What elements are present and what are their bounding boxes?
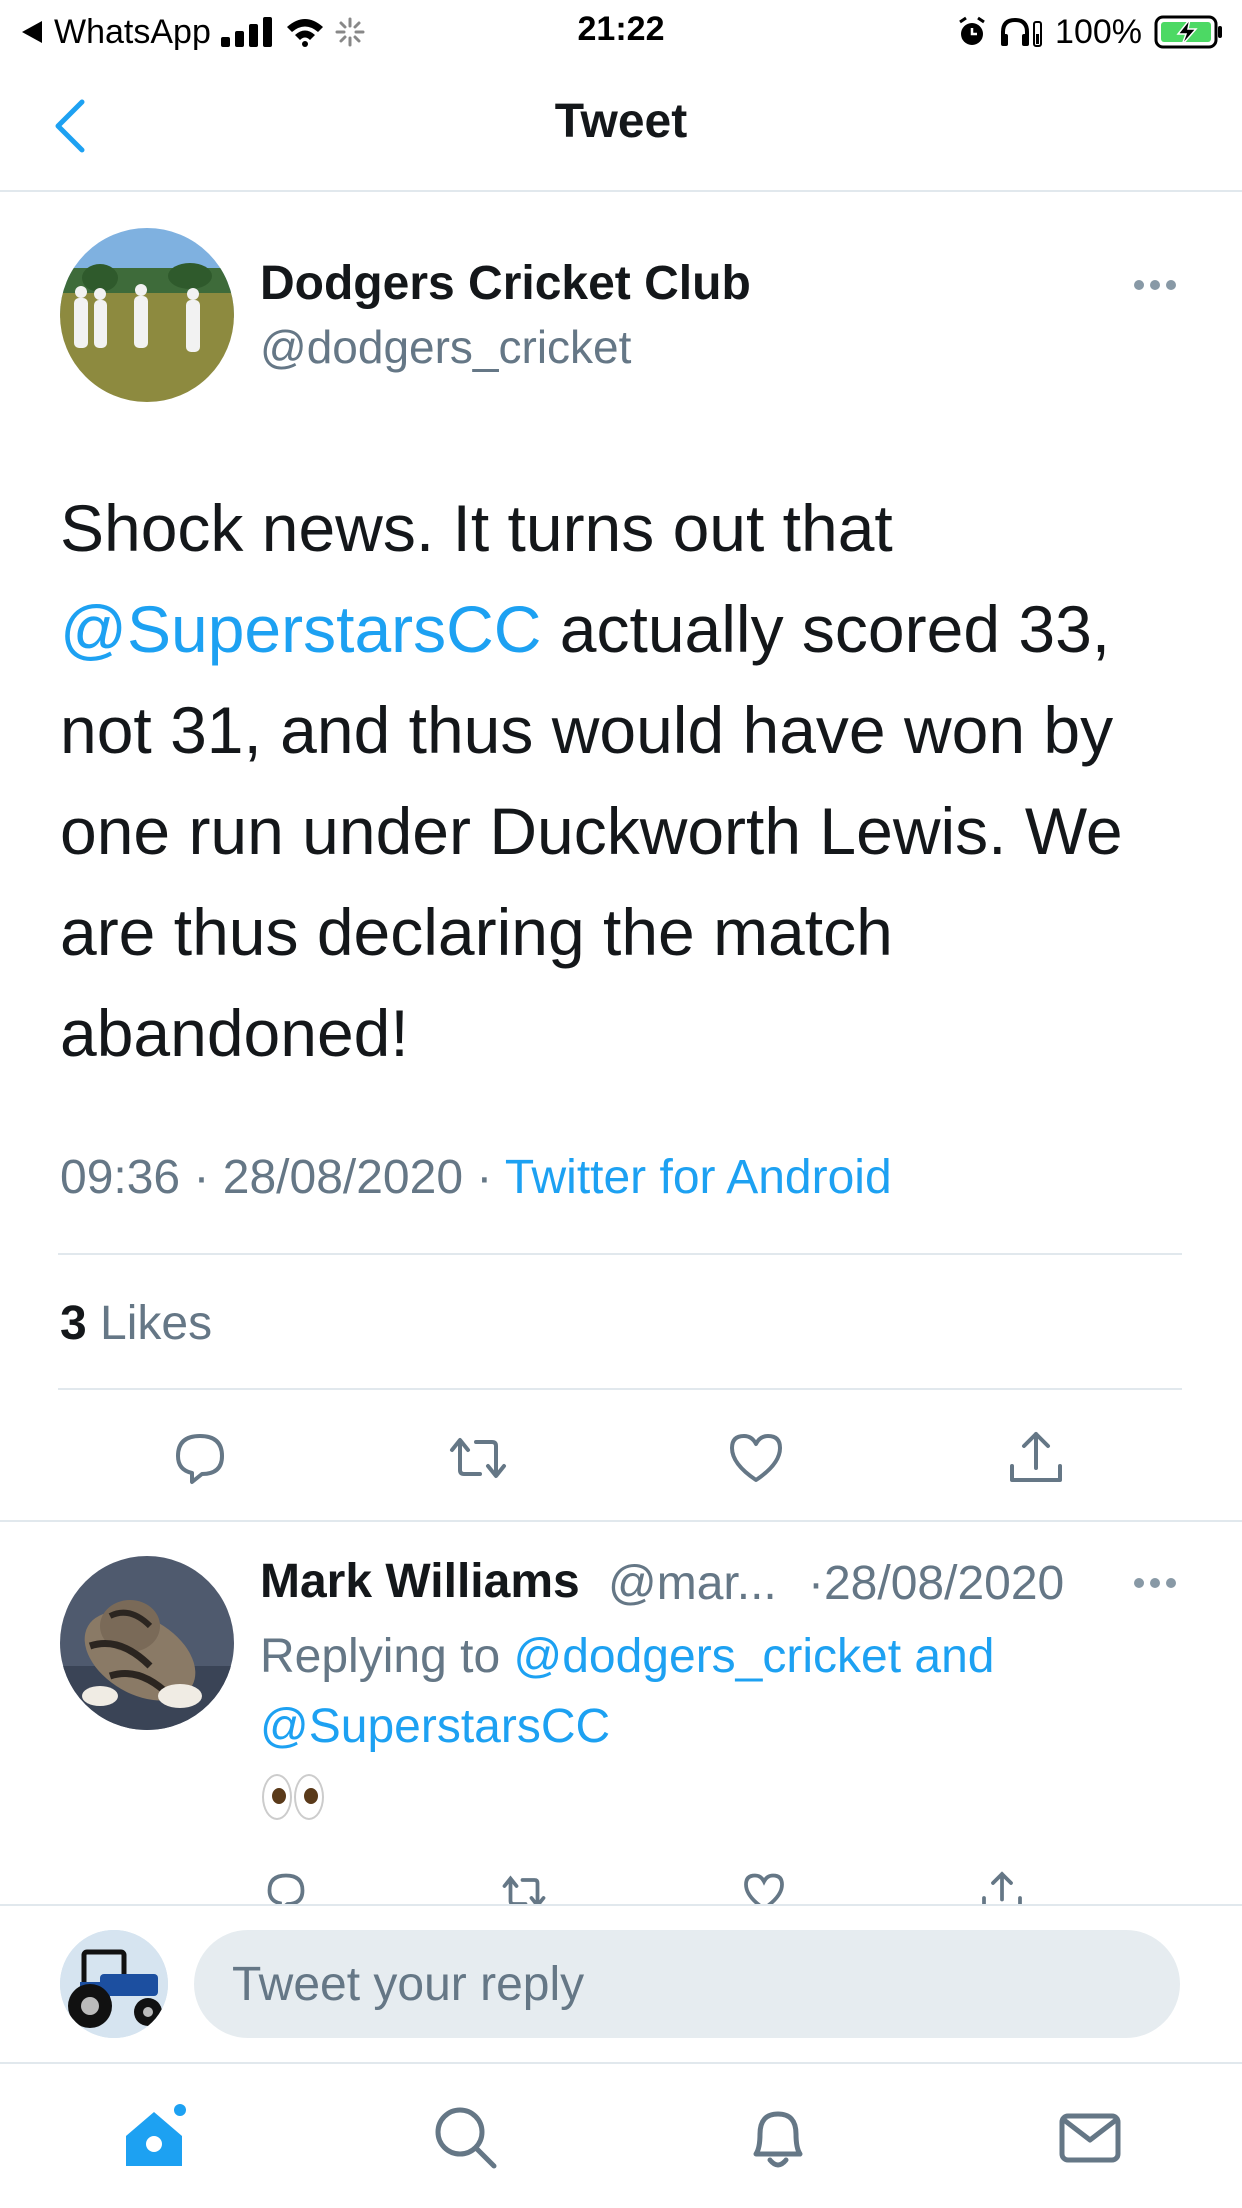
cricket-team-photo	[60, 228, 234, 402]
tweet-line-rest: actually scored 33,	[541, 592, 1111, 666]
nav-header: Tweet	[0, 64, 1242, 192]
my-avatar[interactable]	[60, 1930, 168, 2038]
status-right: 100%	[957, 10, 1224, 54]
share-icon[interactable]	[1004, 1426, 1068, 1490]
tractor-icon	[60, 1930, 168, 2038]
likes-count[interactable]: 3 Likes	[60, 1296, 212, 1351]
replying-to: Replying to @dodgers_cricket and @Supers…	[260, 1622, 1160, 1762]
reply-icon[interactable]	[262, 1868, 310, 1904]
reply-author-avatar[interactable]	[60, 1556, 234, 1730]
reply-composer	[0, 1904, 1242, 2062]
reply-icon[interactable]	[168, 1426, 232, 1490]
tweet-time: 09:36	[60, 1151, 181, 1204]
tweet-date: 28/08/2020	[222, 1151, 464, 1204]
tab-bar	[0, 2062, 1242, 2208]
author-avatar[interactable]	[60, 228, 234, 402]
replying-mention[interactable]: @dodgers_cricket and	[513, 1630, 994, 1683]
likes-number: 3	[60, 1297, 87, 1350]
divider	[58, 1253, 1182, 1255]
battery-charging-icon	[1154, 15, 1222, 49]
divider	[58, 1388, 1182, 1390]
meta-separator: ·	[180, 1151, 223, 1204]
meta-separator: ·	[463, 1151, 505, 1204]
tweet-text: Shock news. It turns out that @Superstar…	[60, 478, 1180, 1084]
reply-author-name[interactable]: Mark Williams	[260, 1554, 580, 1609]
tweet-line: are thus declaring the match	[60, 895, 893, 969]
replying-mention[interactable]: @SuperstarsCC	[260, 1700, 610, 1753]
like-heart-icon[interactable]	[724, 1426, 788, 1490]
home-icon[interactable]	[122, 2104, 190, 2172]
mention-link[interactable]: @SuperstarsCC	[60, 592, 541, 666]
more-options-icon[interactable]	[1132, 278, 1178, 292]
page-title: Tweet	[554, 95, 688, 148]
author-handle[interactable]: @dodgers_cricket	[260, 320, 631, 374]
author-name[interactable]: Dodgers Cricket Club	[260, 256, 751, 311]
tweet-meta: 09:36 · 28/08/2020 · Twitter for Android	[60, 1150, 892, 1205]
tweet-line: abandoned!	[60, 996, 409, 1070]
like-heart-icon[interactable]	[740, 1868, 788, 1904]
tweet-source-link[interactable]: Twitter for Android	[505, 1151, 892, 1204]
tweet-line: not 31, and thus would have won by	[60, 693, 1114, 767]
more-options-icon[interactable]	[1132, 1576, 1178, 1590]
battery-percent: 100%	[1055, 12, 1142, 51]
share-icon[interactable]	[978, 1868, 1026, 1904]
status-bar: WhatsApp 21:22 100%	[0, 0, 1242, 64]
retweet-icon[interactable]	[446, 1426, 510, 1490]
tweet-line: @SuperstarsCC actually scored 33,	[60, 579, 1180, 680]
alarm-icon	[959, 16, 985, 45]
eye-right	[294, 1774, 324, 1820]
eyes-emoji-icon	[262, 1774, 324, 1820]
replying-prefix: Replying to	[260, 1630, 514, 1683]
tweet-line: Shock news. It turns out that	[60, 491, 893, 565]
search-icon[interactable]	[432, 2104, 500, 2172]
retweet-icon[interactable]	[500, 1868, 548, 1904]
reply-input[interactable]	[194, 1930, 1180, 2038]
tweet-line: one run under Duckworth Lewis. We	[60, 794, 1123, 868]
reply-actions	[0, 1860, 1242, 1904]
replying-line: Replying to @dodgers_cricket and	[260, 1622, 1160, 1692]
messages-envelope-icon[interactable]	[1056, 2104, 1124, 2172]
eye-left	[262, 1774, 292, 1820]
divider	[0, 1520, 1242, 1522]
reply-author-handle[interactable]: @mar...	[608, 1556, 777, 1611]
cat-photo	[60, 1556, 234, 1730]
headphones-icon	[1001, 17, 1043, 47]
replying-line: @SuperstarsCC	[260, 1692, 1160, 1762]
notifications-bell-icon[interactable]	[744, 2104, 812, 2172]
likes-label: Likes	[86, 1297, 213, 1350]
reply-date: ·28/08/2020	[808, 1557, 1065, 1610]
